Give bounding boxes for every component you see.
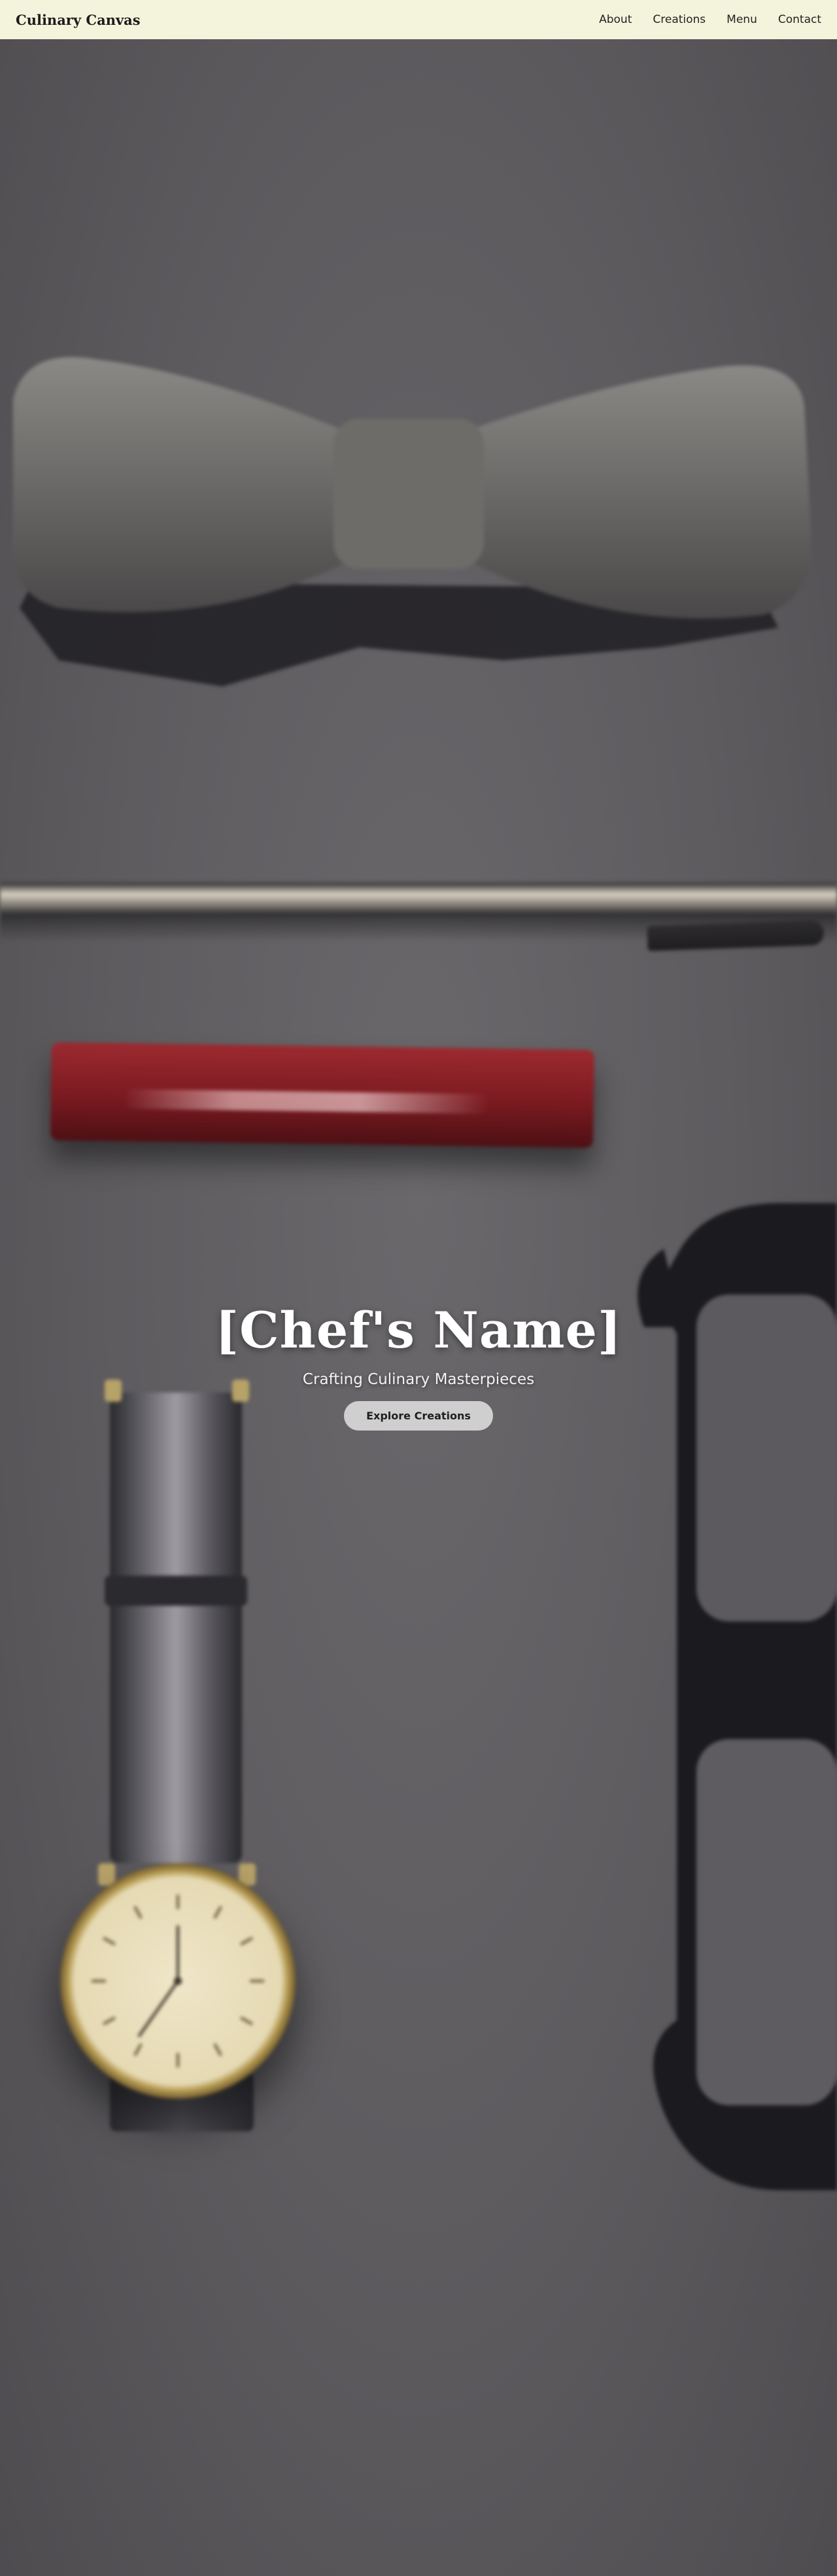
explore-creations-button[interactable]: Explore Creations [344,1401,493,1431]
top-navbar: Culinary Canvas About Creations Menu Con… [0,0,837,39]
hero-content: [Chef's Name] Crafting Culinary Masterpi… [0,1301,837,1431]
hero-section: [Chef's Name] Crafting Culinary Masterpi… [0,39,837,2576]
pen-clip-image [647,920,825,951]
watch-face-image [60,1863,296,2099]
nav-link-creations[interactable]: Creations [653,13,706,26]
main-nav: About Creations Menu Contact [599,13,821,26]
nav-link-contact[interactable]: Contact [778,13,821,26]
watch-strap-loop [105,1576,247,1606]
nav-link-about[interactable]: About [599,13,632,26]
nav-link-menu[interactable]: Menu [726,13,757,26]
hero-title: [Chef's Name] [215,1301,622,1359]
brand-logo[interactable]: Culinary Canvas [16,12,141,28]
pen-image [0,883,837,915]
watch-strap [110,1393,242,1863]
red-bar-image [50,1042,595,1148]
hero-subtitle: Crafting Culinary Masterpieces [302,1371,535,1388]
bow-tie-image [12,357,811,686]
